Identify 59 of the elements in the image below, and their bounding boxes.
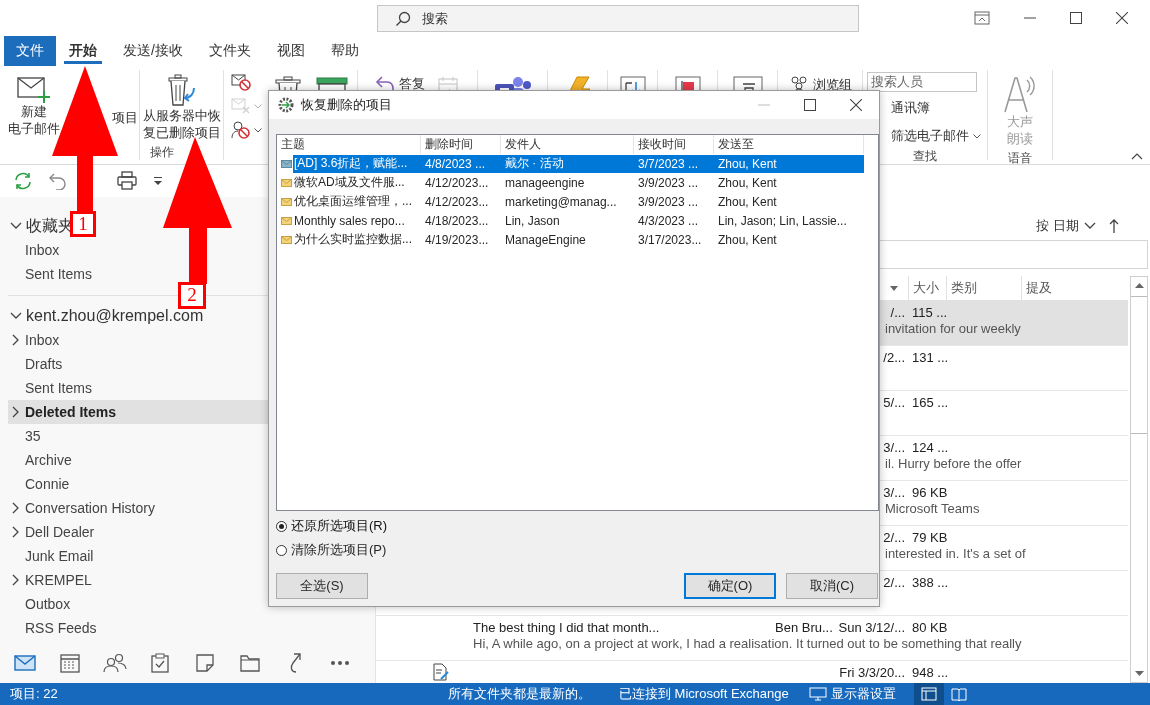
message-preview: Microsoft Teams [885, 500, 980, 516]
list-cell-text: Lin, Jason; Lin, Lassie... [717, 213, 848, 228]
message-size: 124 ... [912, 439, 949, 455]
message-sender: Ben Bru... [775, 619, 834, 635]
list-cell-text: Monthly sales repo... [293, 213, 406, 228]
message-date: 3/... [883, 439, 905, 455]
list-cell-text: 4/3/2023 ... [637, 213, 700, 228]
message-size: 948 ... [912, 664, 949, 680]
message-date: 5/... [883, 394, 905, 410]
list-cell-text: marketing@manag... [504, 194, 618, 209]
list-cell-text: Zhou, Kent [717, 194, 778, 209]
message-date: Fri 3/3/20... [839, 664, 905, 680]
list-cell-text: Zhou, Kent [717, 232, 778, 247]
message-date: Sun 3/12/... [838, 619, 905, 635]
list-cell-text: manageengine [504, 175, 586, 190]
message-date: 2/... [883, 529, 905, 545]
list-cell-text: 3/9/2023 ... [637, 194, 700, 209]
list-cell-text: 微软AD域及文件服... [293, 174, 406, 191]
list-cell-text: 4/8/2023 ... [424, 156, 487, 171]
list-cell-text: 3/9/2023 ... [637, 175, 700, 190]
message-subject: The best thing I did that month... [473, 619, 661, 635]
list-cell-text: [AD] 3.6折起，赋能... [293, 155, 409, 172]
message-size: 388 ... [912, 574, 949, 590]
dialog-title: 恢复删除的项目 [301, 96, 392, 114]
message-date: 3/... [883, 484, 905, 500]
list-cell-text: 戴尔 · 活动 [504, 155, 565, 172]
message-size: 115 ... [912, 304, 948, 320]
message-size: 131 ... [912, 349, 949, 365]
group-label: 语音 [1008, 150, 1032, 166]
message-size: 80 KB [912, 619, 948, 635]
connection-status: 已连接到 Microsoft Exchange [619, 685, 789, 703]
sync-status: 所有文件夹都是最新的。 [448, 685, 591, 703]
message-size: 79 KB [912, 529, 948, 545]
callout-number: 2 [178, 282, 206, 309]
item-count: 项目: 22 [9, 685, 59, 703]
list-cell-text: 4/12/2023... [424, 175, 490, 190]
list-cell-text: ManageEngine [504, 232, 587, 247]
list-cell-text: 3/17/2023... [637, 232, 703, 247]
list-cell-text: 4/12/2023... [424, 194, 490, 209]
message-size: 165 ... [912, 394, 949, 410]
list-cell-text: 4/19/2023... [424, 232, 490, 247]
list-cell-text: 3/7/2023 ... [637, 156, 700, 171]
message-preview: interested in. It's a set of [885, 545, 1026, 561]
list-cell-text: Zhou, Kent [717, 156, 778, 171]
group-label: 查找 [913, 148, 937, 164]
list-cell-text: 4/18/2023... [424, 213, 490, 228]
list-cell-text: Zhou, Kent [717, 175, 778, 190]
message-preview: Hi, A while ago, on a project at work, I had a realisation. It turned out to be something that really [473, 635, 1022, 651]
message-date: 2/... [883, 574, 905, 590]
list-cell-text: Lin, Jason [504, 213, 561, 228]
group-label: 操作 [150, 144, 174, 160]
message-size: 96 KB [912, 484, 948, 500]
list-cell-text: 为什么实时监控数据... [293, 231, 413, 248]
message-preview: il. Hurry before the offer [885, 455, 1022, 471]
message-preview: invitation for our weekly [885, 320, 1021, 336]
callout-number: 1 [70, 211, 96, 237]
message-date: /... [890, 304, 905, 320]
list-cell-text: 优化桌面运维管理，... [293, 193, 413, 210]
message-date: /2... [883, 349, 905, 365]
